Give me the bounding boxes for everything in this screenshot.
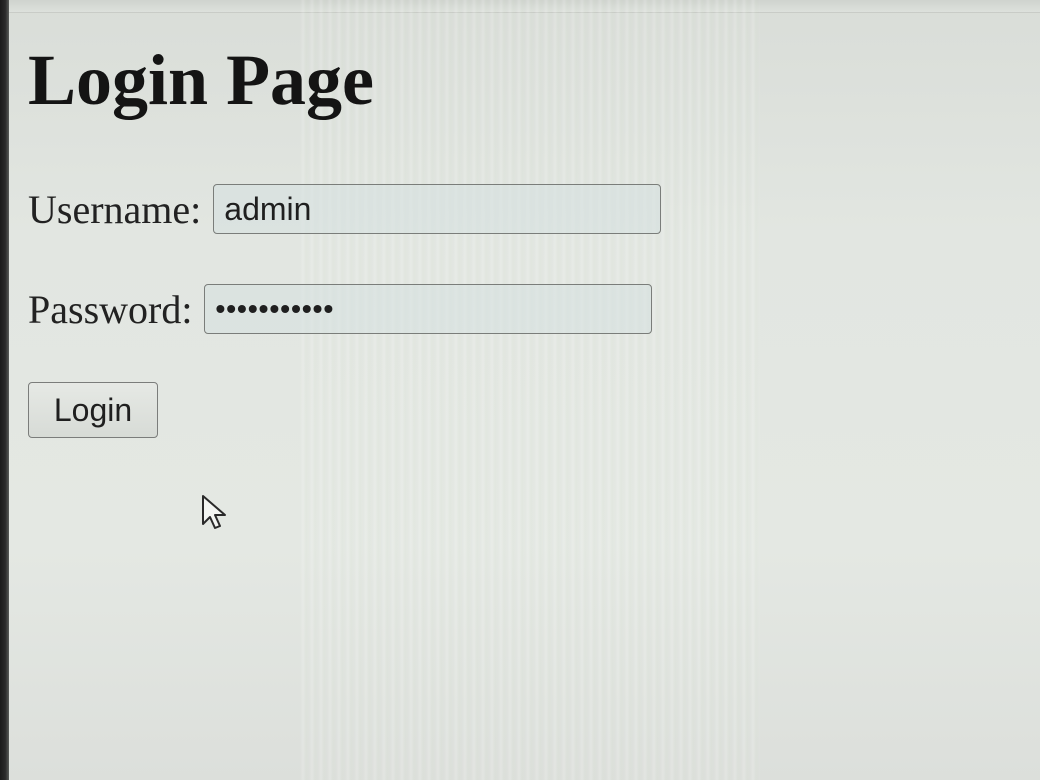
username-label: Username: (28, 186, 202, 232)
password-label: Password: (28, 286, 193, 332)
password-row: Password: (28, 284, 1018, 334)
arrow-pointer-icon (202, 495, 226, 529)
login-page: Login Page Username: Password: Login (28, 38, 1018, 438)
password-input[interactable] (204, 284, 653, 334)
login-button[interactable]: Login (28, 382, 158, 438)
monitor-bezel (0, 0, 9, 780)
username-row: Username: (28, 184, 1018, 234)
browser-top-edge (9, 0, 1040, 13)
page-title: Login Page (28, 40, 375, 120)
username-input[interactable] (213, 184, 662, 234)
